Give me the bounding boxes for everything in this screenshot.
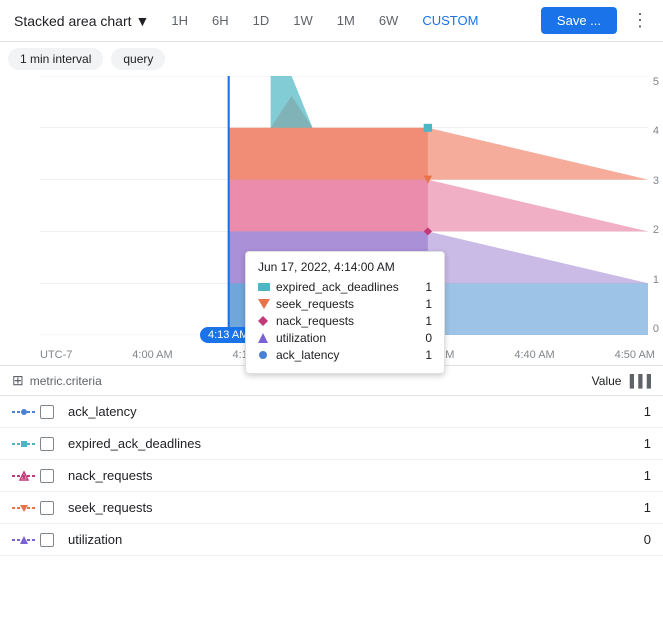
value-header-label: Value [592,374,622,388]
query-tag[interactable]: query [111,48,165,70]
interval-tag[interactable]: 1 min interval [8,48,103,70]
time-1h-button[interactable]: 1H [163,9,196,32]
seek-checkbox[interactable] [40,501,60,515]
tooltip-nack-value: 1 [425,314,432,328]
tooltip-nack-label: nack_requests [276,314,419,328]
x-label-450: 4:50 AM [615,349,655,361]
x-label-utc: UTC-7 [40,349,72,361]
save-button[interactable]: Save ... [541,7,617,34]
x-label-400: 4:00 AM [132,349,172,361]
tooltip-expired-label: expired_ack_deadlines [276,280,419,294]
y-label-2: 2 [653,224,659,236]
y-label-4: 4 [653,125,659,137]
time-6w-button[interactable]: 6W [371,9,407,32]
nack-icon [12,470,40,482]
table-row: nack_requests 1 [0,460,663,492]
chart-type-selector[interactable]: Stacked area chart ▼ [8,9,155,33]
expired-value: 1 [621,436,651,451]
metric-header-label: metric.criteria [30,374,102,388]
time-1d-button[interactable]: 1D [245,9,278,32]
tooltip-ack-icon [258,351,270,359]
toolbar: Stacked area chart ▼ 1H 6H 1D 1W 1M 6W C… [0,0,663,42]
chevron-down-icon: ▼ [136,13,150,29]
tooltip-ack-value: 1 [425,348,432,362]
tooltip-util-label: utilization [276,331,419,345]
value-column-header: Value ▐▐▐ [592,374,651,388]
metrics-table: ⊞ metric.criteria Value ▐▐▐ ack_latency … [0,366,663,556]
tooltip-seek-icon [258,300,270,308]
y-axis: 5 4 3 2 1 0 [653,76,659,335]
expired-icon [12,438,40,450]
cursor-time-text: 4:13 AM [208,329,248,341]
time-6h-button[interactable]: 6H [204,9,237,32]
ack-latency-value: 1 [621,404,651,419]
grid-icon: ⊞ [12,372,24,389]
util-icon [12,534,40,546]
time-1m-button[interactable]: 1M [329,9,363,32]
seek-name: seek_requests [68,500,621,515]
y-label-1: 1 [653,274,659,286]
y-label-3: 3 [653,175,659,187]
tooltip-util-icon [258,334,270,342]
tooltip-row-ack: ack_latency 1 [258,348,432,362]
nack-checkbox[interactable] [40,469,60,483]
time-custom-button[interactable]: CUSTOM [414,9,486,32]
table-row: expired_ack_deadlines 1 [0,428,663,460]
tooltip-util-value: 0 [425,331,432,345]
time-1w-button[interactable]: 1W [285,9,321,32]
chart-title-label: Stacked area chart [14,13,132,29]
ack-latency-name: ack_latency [68,404,621,419]
tooltip-nack-icon [258,317,270,325]
metric-column-header: ⊞ metric.criteria [12,372,592,389]
ack-latency-checkbox[interactable] [40,405,60,419]
tooltip-ack-label: ack_latency [276,348,419,362]
tooltip-expired-value: 1 [425,280,432,294]
tooltip-row-seek: seek_requests 1 [258,297,432,311]
util-checkbox[interactable] [40,533,60,547]
expired-checkbox[interactable] [40,437,60,451]
seek-icon [12,502,40,514]
nack-name: nack_requests [68,468,621,483]
tooltip-seek-value: 1 [425,297,432,311]
tooltip-date: Jun 17, 2022, 4:14:00 AM [258,260,432,274]
tooltip-row-nack: nack_requests 1 [258,314,432,328]
util-name: utilization [68,532,621,547]
util-value: 0 [621,532,651,547]
tooltip-seek-label: seek_requests [276,297,419,311]
tooltip-row-expired: expired_ack_deadlines 1 [258,280,432,294]
table-row: ack_latency 1 [0,396,663,428]
x-label-440: 4:40 AM [514,349,554,361]
tooltip-row-util: utilization 0 [258,331,432,345]
table-row: utilization 0 [0,524,663,556]
expired-name: expired_ack_deadlines [68,436,621,451]
chart-container[interactable]: 5 4 3 2 1 0 [0,76,663,366]
table-row: seek_requests 1 [0,492,663,524]
ack-latency-icon [12,406,40,418]
nack-value: 1 [621,468,651,483]
y-label-0: 0 [653,323,659,335]
tooltip-expired-icon [258,283,270,291]
y-label-5: 5 [653,76,659,88]
sub-toolbar: 1 min interval query [0,42,663,76]
seek-value: 1 [621,500,651,515]
more-options-button[interactable]: ⋮ [625,6,655,35]
bars-icon: ▐▐▐ [625,374,651,388]
chart-tooltip: Jun 17, 2022, 4:14:00 AM expired_ack_dea… [245,251,445,374]
